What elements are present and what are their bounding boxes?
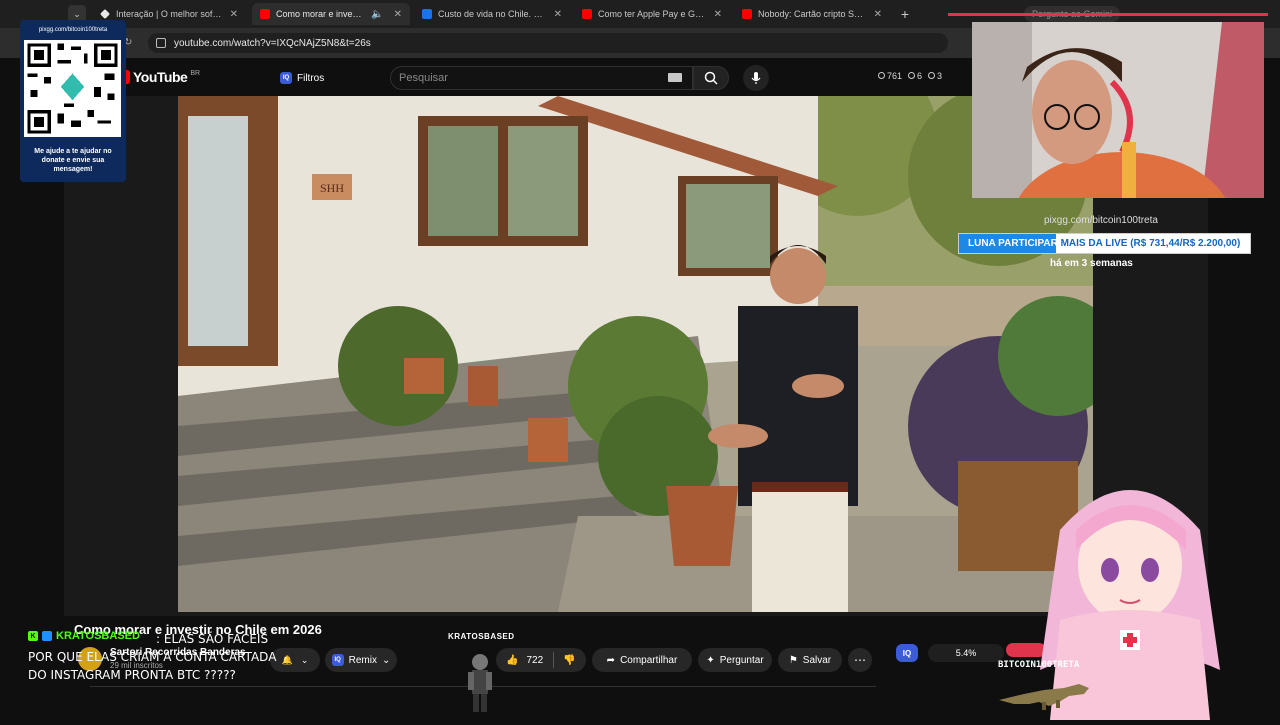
- stream-accent-bar: [948, 13, 1268, 16]
- tab-title: Custo de vida no Chile. Preços: [438, 9, 548, 19]
- share-icon: ➦: [606, 654, 616, 666]
- youtube-favicon-icon: [260, 9, 270, 19]
- qr-url: pixgg.com/bitcoin100treta: [38, 27, 108, 33]
- chevron-down-icon: ⌄: [300, 654, 309, 665]
- qr-code-icon: [24, 40, 121, 137]
- webcam-feed: [972, 22, 1264, 198]
- region-code: BR: [190, 69, 201, 77]
- like-count: 722: [526, 654, 544, 666]
- ask-button[interactable]: ✦ Perguntar: [698, 648, 772, 672]
- more-actions-button[interactable]: ⋯: [848, 648, 872, 672]
- like-divider: [553, 652, 554, 668]
- close-tab-icon[interactable]: ✕: [230, 9, 238, 20]
- svg-text:SHH: SHH: [320, 181, 344, 195]
- search-input[interactable]: Pesquisar: [390, 66, 693, 90]
- eye-icon: [908, 72, 916, 79]
- iq-extension-icon: IQ: [280, 72, 292, 84]
- browser-tab-2[interactable]: Como morar e investir no C 🔈 ✕: [252, 3, 410, 25]
- chevron-down-icon: ⌄: [381, 654, 391, 666]
- youtube-logo-text: YouTube: [133, 69, 188, 85]
- browser-tab-5[interactable]: Nobody: Cartão cripto SEM CPF ✕: [734, 3, 890, 25]
- thumbs-up-icon: 👍: [506, 654, 519, 666]
- eye-stat: 6: [908, 71, 922, 81]
- document-favicon-icon: [422, 9, 432, 19]
- save-button[interactable]: ⚑ Salvar: [778, 648, 842, 672]
- iq-extension-icon: IQ: [331, 654, 344, 666]
- tab-title: Nobody: Cartão cripto SEM CPF: [758, 9, 868, 19]
- url-text: youtube.com/watch?v=IXQcNAjZ5N8&t=26s: [174, 37, 371, 49]
- url-field[interactable]: youtube.com/watch?v=IXQcNAjZ5N8&t=26s: [148, 33, 948, 53]
- follower-label: KRATOSBASED: [448, 632, 515, 641]
- thumbs-down-icon[interactable]: 👎: [563, 655, 575, 666]
- clock-stat: 761: [878, 71, 902, 81]
- close-tab-icon[interactable]: ✕: [394, 9, 402, 20]
- browser-tab-4[interactable]: Como ter Apple Pay e Google P ✕: [574, 3, 730, 25]
- save-label: Salvar: [802, 654, 832, 666]
- share-button[interactable]: ➦ Compartilhar: [592, 648, 692, 672]
- video-player[interactable]: SHH: [178, 96, 1093, 612]
- bookmark-icon: ⚑: [788, 654, 798, 666]
- keyboard-icon[interactable]: [668, 73, 682, 82]
- video-frame: SHH: [178, 96, 1093, 612]
- search-icon: [704, 71, 718, 85]
- search-placeholder: Pesquisar: [399, 72, 448, 84]
- channel-handle-label: BITCOIN100TRETA: [998, 660, 1080, 670]
- close-tab-icon[interactable]: ✕: [554, 9, 562, 20]
- voice-search-button[interactable]: [743, 65, 769, 91]
- search-button[interactable]: [693, 66, 729, 90]
- youtube-favicon-icon: [582, 9, 592, 19]
- kratos-sprite-icon: [462, 652, 498, 714]
- youtube-favicon-icon: [742, 9, 752, 19]
- new-tab-button[interactable]: +: [896, 5, 914, 23]
- close-tab-icon[interactable]: ✕: [714, 9, 722, 20]
- remix-button[interactable]: IQ Remix ⌄: [325, 648, 397, 672]
- close-tab-icon[interactable]: ✕: [874, 9, 882, 20]
- tab-title: Como morar e investir no C: [276, 9, 365, 19]
- remix-label: Remix: [348, 654, 377, 666]
- donation-url: pixgg.com/bitcoin100treta: [1044, 215, 1158, 226]
- video-date: há em 3 semanas: [1050, 258, 1133, 269]
- filters-label: Filtros: [297, 72, 325, 84]
- diamond-favicon-icon: [100, 9, 110, 19]
- like-button[interactable]: 👍 722 👎: [496, 648, 586, 672]
- iq-badge[interactable]: IQ: [896, 644, 918, 662]
- qr-caption: Me ajude a te ajudar no donate e envie s…: [34, 148, 112, 173]
- speaker-icon[interactable]: 🔈: [371, 9, 383, 20]
- tab-title: Interação | O melhor software p: [116, 9, 224, 19]
- percent-badge: 5.4%: [928, 644, 1004, 662]
- view-icon: [928, 72, 936, 79]
- clock-icon: [878, 72, 885, 79]
- donation-rest: MAIS DA LIVE (R$ 731,44/R$ 2.200,00): [1057, 238, 1241, 249]
- view-stat: 3: [928, 71, 942, 81]
- donation-goal-text: LUNA PARTICIPAR MAIS DA LIVE (R$ 731,44/…: [968, 238, 1240, 249]
- sparkle-icon: ✦: [706, 654, 715, 666]
- microphone-icon: [751, 72, 761, 84]
- extension-stats: 761 6 3: [878, 71, 942, 81]
- tab-title: Como ter Apple Pay e Google P: [598, 9, 708, 19]
- share-label: Compartilhar: [620, 654, 678, 666]
- youtube-logo[interactable]: YouTube BR: [124, 69, 200, 85]
- site-info-icon[interactable]: [156, 38, 166, 48]
- donation-highlight: LUNA PARTICIPAR: [968, 238, 1058, 249]
- browser-tab-3[interactable]: Custo de vida no Chile. Preços ✕: [414, 3, 570, 25]
- filters-button[interactable]: IQ Filtros: [280, 69, 324, 87]
- dinosaur-sprite-icon: [994, 680, 1094, 710]
- ask-label: Perguntar: [719, 654, 764, 666]
- chat-message: : ELAS SÃO FACEIS POR QUE ELAS CRIAM A C…: [28, 632, 277, 682]
